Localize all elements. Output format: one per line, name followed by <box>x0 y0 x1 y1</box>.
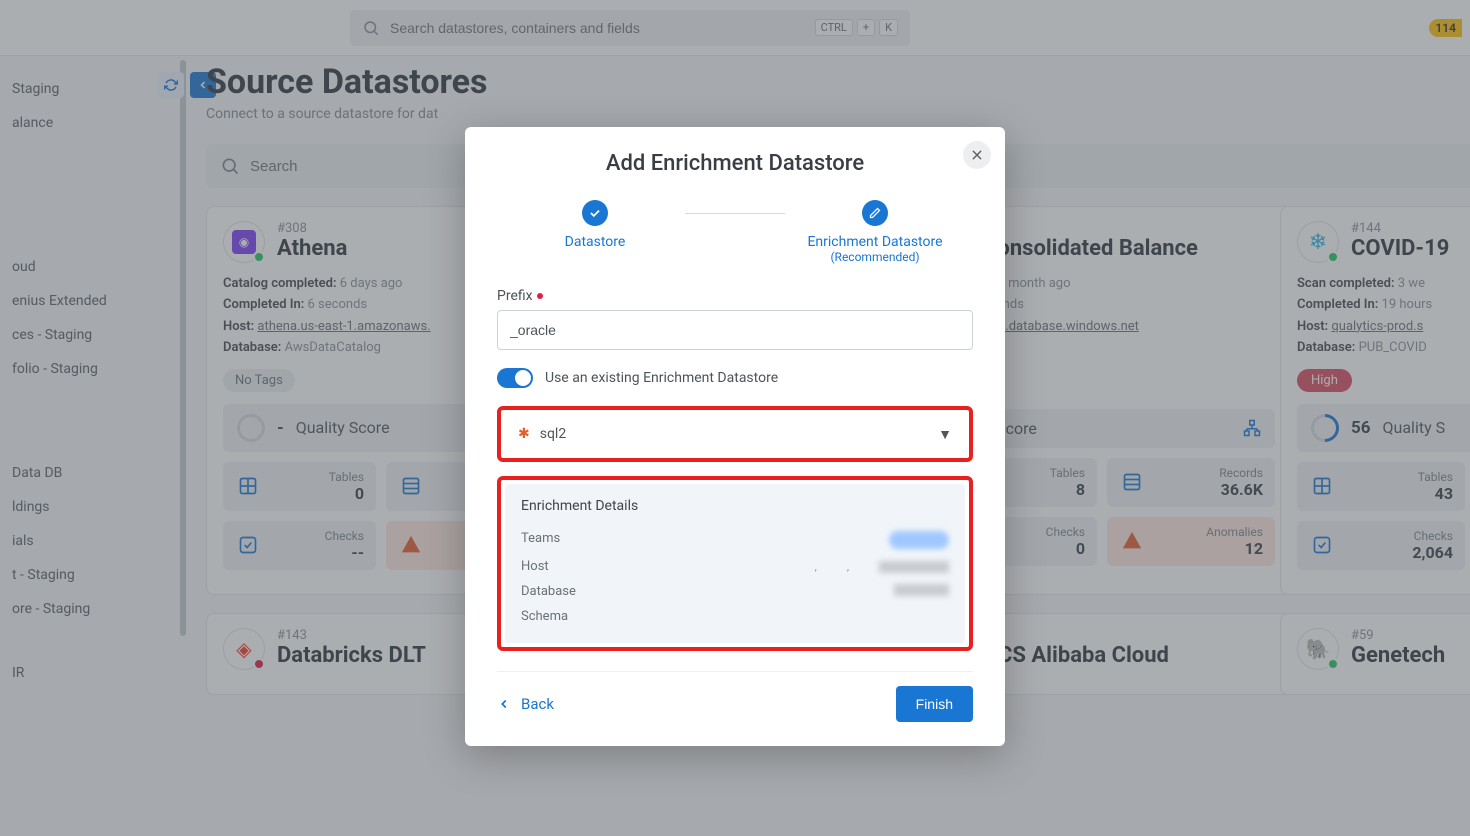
chevron-left-icon <box>497 697 511 711</box>
step-current-icon <box>862 200 888 226</box>
step-complete-icon <box>582 200 608 226</box>
close-icon <box>970 148 984 162</box>
highlight-box: ✱ sql2 ▼ <box>497 406 973 462</box>
toggle-label: Use an existing Enrichment Datastore <box>545 370 778 386</box>
prefix-input[interactable] <box>497 310 973 350</box>
modal-title: Add Enrichment Datastore <box>497 151 973 176</box>
prefix-label: Prefix <box>497 288 973 304</box>
spark-icon: ✱ <box>518 426 530 442</box>
close-button[interactable] <box>963 141 991 169</box>
stepper: Datastore Enrichment Datastore (Recommen… <box>497 200 973 264</box>
highlight-box: Enrichment Details Teams Host,, Database… <box>497 476 973 651</box>
add-enrichment-modal: Add Enrichment Datastore Datastore Enric… <box>465 127 1005 746</box>
enrichment-select[interactable]: ✱ sql2 ▼ <box>505 414 965 454</box>
finish-button[interactable]: Finish <box>896 686 973 722</box>
required-indicator <box>537 293 543 299</box>
chevron-down-icon: ▼ <box>938 426 952 443</box>
enrichment-details: Enrichment Details Teams Host,, Database… <box>505 484 965 643</box>
use-existing-toggle[interactable] <box>497 368 533 388</box>
modal-overlay: Add Enrichment Datastore Datastore Enric… <box>0 0 1470 836</box>
back-button[interactable]: Back <box>497 695 554 713</box>
